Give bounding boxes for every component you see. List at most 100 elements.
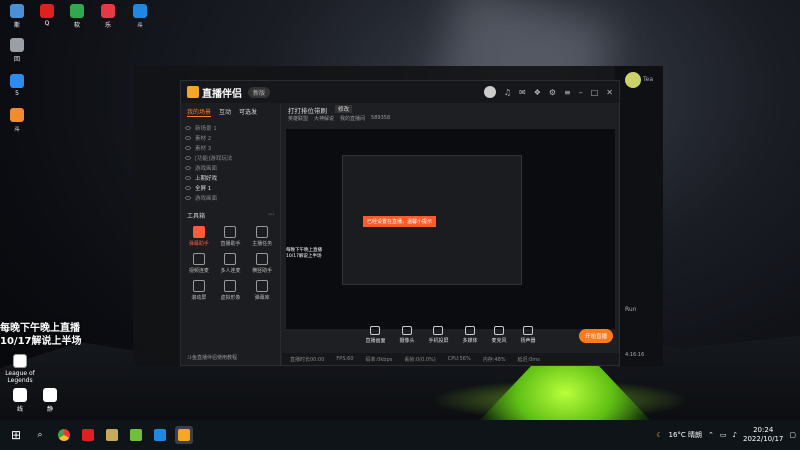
eye-icon[interactable] bbox=[185, 196, 191, 200]
scene-item[interactable]: 新场景 1 bbox=[185, 123, 276, 133]
app-icon bbox=[10, 74, 24, 88]
more-icon[interactable]: ⋯ bbox=[268, 211, 274, 220]
desktop-icon[interactable]: 静 bbox=[36, 388, 64, 413]
scene-item[interactable]: 素材 2 bbox=[185, 133, 276, 143]
tool-avatar[interactable]: 虚拟形象 bbox=[215, 280, 247, 301]
add-camera-button[interactable]: 摄像头 bbox=[399, 326, 414, 344]
nested-preview: 已经设置在直播，温馨小提示 bbox=[342, 155, 522, 285]
streaming-app-taskbar-icon[interactable] bbox=[175, 426, 193, 444]
eye-icon[interactable] bbox=[185, 166, 191, 170]
main-area: 打打排位带刷 修改 英雄联盟 大神解说 我的直播间 589358 已经设置在直播… bbox=[282, 103, 619, 365]
download-icon bbox=[224, 253, 237, 265]
eye-icon[interactable] bbox=[185, 176, 191, 180]
source-toolbar: 直播画面 摄像头 手机投屏 多媒体 麦克风 扬声器 bbox=[282, 321, 619, 349]
status-bar: 直播时长00:00 FPS:60 码率:0kbps 丢帧:0(0.0%) CPU… bbox=[282, 353, 619, 365]
danmu-icon bbox=[192, 226, 205, 238]
screen-icon bbox=[256, 253, 269, 265]
tool-danmu-helper[interactable]: 弹幕助手 bbox=[183, 226, 215, 247]
scroll-icon bbox=[192, 280, 205, 292]
go-live-button[interactable]: 开始直播 bbox=[578, 329, 613, 343]
clock[interactable]: 20:24 2022/10/17 bbox=[743, 426, 783, 444]
desktop-icon[interactable]: 乐 bbox=[94, 4, 122, 29]
stream-meta: 英雄联盟 大神解说 我的直播间 589358 bbox=[288, 115, 391, 122]
scene-item[interactable]: 游戏画面 bbox=[185, 163, 276, 173]
add-screen-button[interactable]: 直播画面 bbox=[365, 326, 385, 344]
tool-orientation[interactable]: 横竖助手 bbox=[246, 253, 278, 274]
notification-icon[interactable]: ▢ bbox=[789, 431, 796, 439]
media-button[interactable]: 多媒体 bbox=[463, 326, 478, 344]
chevron-up-icon[interactable]: ⌃ bbox=[708, 431, 714, 439]
mic-button[interactable]: 麦克风 bbox=[492, 326, 507, 344]
desktop-icon[interactable]: Q bbox=[33, 4, 61, 27]
eye-icon[interactable] bbox=[185, 136, 191, 140]
tab-interact[interactable]: 互动 bbox=[219, 107, 231, 117]
library-icon bbox=[256, 280, 269, 292]
gift-icon[interactable]: ❖ bbox=[534, 88, 541, 97]
maximize-icon[interactable]: □ bbox=[591, 88, 599, 97]
tool-scroll-screen[interactable]: 滚动屏 bbox=[183, 280, 215, 301]
scene-item[interactable]: [功能]游戏玩法 bbox=[185, 153, 276, 163]
tab-optional[interactable]: 可选发 bbox=[239, 107, 257, 117]
speaker-button[interactable]: 扬声器 bbox=[521, 326, 536, 344]
app-icon[interactable] bbox=[79, 426, 97, 444]
desktop-icon[interactable]: 线 bbox=[6, 388, 34, 413]
tool-streamer-task[interactable]: 主播任务 bbox=[246, 226, 278, 247]
desktop-icon[interactable]: 5 bbox=[3, 74, 31, 97]
tutorial-link[interactable]: 斗鱼直播伴侣使用教程 bbox=[187, 354, 237, 361]
video-icon bbox=[192, 253, 205, 265]
desktop-icon[interactable]: 斗 bbox=[126, 4, 154, 29]
document-icon bbox=[13, 354, 27, 368]
app-titlebar: 直播伴侣 新版 ♫ ✉ ❖ ⚙ ≡ – □ ✕ bbox=[181, 81, 619, 103]
live-preview[interactable]: 已经设置在直播，温馨小提示 每晚下午晚上直播 10/17解说上半场 bbox=[286, 129, 615, 329]
document-icon bbox=[43, 388, 57, 402]
start-icon[interactable]: ⊞ bbox=[7, 426, 25, 444]
app-icon[interactable] bbox=[127, 426, 145, 444]
app-icon bbox=[101, 4, 115, 18]
background-window-sidebar: Tea Run bbox=[615, 66, 663, 366]
search-icon[interactable]: ⌕ bbox=[31, 426, 49, 444]
user-avatar[interactable] bbox=[483, 86, 496, 98]
stream-title-row: 打打排位带刷 修改 bbox=[282, 103, 619, 115]
app-logo: 直播伴侣 bbox=[187, 85, 242, 100]
app-icon bbox=[10, 4, 24, 18]
eye-icon[interactable] bbox=[185, 126, 191, 130]
close-icon[interactable]: ✕ bbox=[606, 88, 613, 97]
lol-icon[interactable] bbox=[103, 426, 121, 444]
eye-icon[interactable] bbox=[185, 146, 191, 150]
version-badge[interactable]: 新版 bbox=[248, 86, 271, 98]
eye-icon[interactable] bbox=[185, 156, 191, 160]
app-icon bbox=[133, 4, 147, 18]
desktop-icon[interactable]: 软 bbox=[63, 4, 91, 29]
menu-icon[interactable]: ≡ bbox=[564, 88, 571, 97]
tab-my-scenes[interactable]: 我的场景 bbox=[187, 107, 212, 117]
mail-icon[interactable]: ✉ bbox=[519, 88, 526, 97]
desktop-icon[interactable]: 回 bbox=[3, 38, 31, 63]
phone-cast-button[interactable]: 手机投屏 bbox=[428, 326, 449, 344]
scene-item[interactable]: 素材 3 bbox=[185, 143, 276, 153]
desktop-icon[interactable]: 斯 bbox=[3, 4, 31, 29]
tool-live-helper[interactable]: 直播助手 bbox=[215, 226, 247, 247]
weather-text[interactable]: 16°C 晴朗 bbox=[669, 430, 703, 440]
weather-icon: ☾ bbox=[656, 431, 663, 439]
headset-icon[interactable]: ♫ bbox=[504, 88, 511, 97]
network-icon[interactable]: ▭ bbox=[720, 431, 727, 439]
minimize-icon[interactable]: – bbox=[579, 88, 583, 97]
edit-title-button[interactable]: 修改 bbox=[335, 105, 353, 113]
tool-video-link[interactable]: 视频连麦 bbox=[183, 253, 215, 274]
system-tray: ☾ 16°C 晴朗 ⌃ ▭ ♪ 20:24 2022/10/17 ▢ bbox=[656, 426, 796, 444]
mic-icon bbox=[494, 326, 505, 335]
tool-multi-link[interactable]: 多人连麦 bbox=[215, 253, 247, 274]
scene-item[interactable]: 游戏画面 bbox=[185, 193, 276, 203]
desktop-icon[interactable]: 斗 bbox=[3, 108, 31, 133]
chrome-icon[interactable] bbox=[55, 426, 73, 444]
tool-danmu-lib[interactable]: 弹幕库 bbox=[246, 280, 278, 301]
desktop-icon-lol[interactable]: League of Legends bbox=[2, 354, 38, 384]
settings-icon[interactable]: ⚙ bbox=[549, 88, 556, 97]
volume-icon[interactable]: ♪ bbox=[733, 431, 737, 439]
scene-item[interactable]: 全屏 1 bbox=[185, 183, 276, 193]
logo-icon bbox=[187, 86, 199, 98]
recycle-bin-icon bbox=[10, 38, 24, 52]
scene-item[interactable]: 上期好戏 bbox=[185, 173, 276, 183]
app-icon[interactable] bbox=[151, 426, 169, 444]
eye-icon[interactable] bbox=[185, 186, 191, 190]
